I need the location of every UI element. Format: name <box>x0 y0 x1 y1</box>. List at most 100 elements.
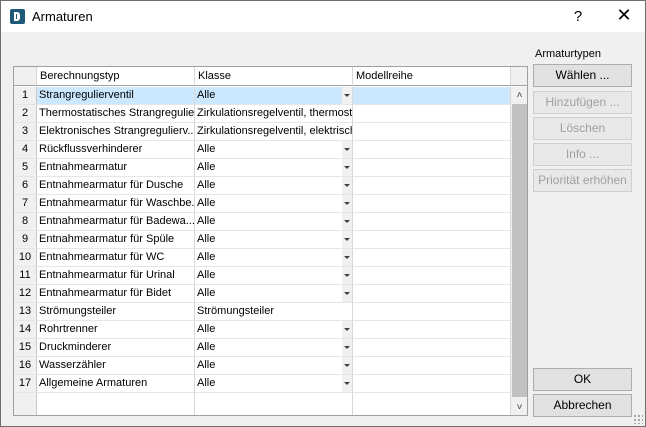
cell-modellreihe[interactable] <box>353 105 511 123</box>
column-header-modellreihe[interactable]: Modellreihe <box>353 67 511 86</box>
cell-modellreihe[interactable] <box>353 303 511 321</box>
cell-modellreihe[interactable] <box>353 267 511 285</box>
dropdown-arrow-icon[interactable] <box>342 357 352 374</box>
cell-klasse[interactable]: Alle <box>195 231 353 249</box>
cell-klasse[interactable]: Alle <box>195 177 353 195</box>
cell-modellreihe[interactable] <box>353 141 511 159</box>
column-header-klasse[interactable]: Klasse <box>195 67 353 86</box>
cell-berechnungstyp[interactable]: Entnahmearmatur für Spüle <box>37 231 195 249</box>
row-number[interactable]: 13 <box>14 303 37 321</box>
row-number[interactable]: 3 <box>14 123 37 141</box>
info-button[interactable]: Info ... <box>533 143 632 166</box>
dropdown-arrow-icon[interactable] <box>342 159 352 176</box>
cell-berechnungstyp[interactable]: Entnahmearmatur für Urinal <box>37 267 195 285</box>
row-number[interactable]: 4 <box>14 141 37 159</box>
resize-grip-icon[interactable] <box>633 414 643 424</box>
cell-modellreihe[interactable] <box>353 285 511 303</box>
cell-berechnungstyp[interactable]: Rückflussverhinderer <box>37 141 195 159</box>
waehlen-button[interactable]: Wählen ... <box>533 64 632 87</box>
cell-berechnungstyp[interactable]: Strömungsteiler <box>37 303 195 321</box>
row-number[interactable]: 10 <box>14 249 37 267</box>
cell-berechnungstyp[interactable]: Rohrtrenner <box>37 321 195 339</box>
cell-klasse[interactable]: Alle <box>195 375 353 393</box>
row-number[interactable]: 15 <box>14 339 37 357</box>
cell-modellreihe[interactable] <box>353 249 511 267</box>
row-number[interactable]: 14 <box>14 321 37 339</box>
scroll-up-arrow-icon[interactable]: ˄ <box>511 87 527 104</box>
abbrechen-button[interactable]: Abbrechen <box>533 394 632 417</box>
cell-modellreihe[interactable] <box>353 195 511 213</box>
dropdown-arrow-icon[interactable] <box>342 375 352 392</box>
cell-berechnungstyp[interactable]: Druckminderer <box>37 339 195 357</box>
cell-modellreihe[interactable] <box>353 159 511 177</box>
cell-klasse[interactable]: Alle <box>195 339 353 357</box>
table-row[interactable]: 6 Entnahmearmatur für Dusche Alle <box>14 177 511 195</box>
table-row[interactable]: 13 Strömungsteiler Strömungsteiler <box>14 303 511 321</box>
table-row[interactable]: 1 Strangregulierventil Alle <box>14 87 511 105</box>
table-row[interactable]: 7 Entnahmearmatur für Waschbe... Alle <box>14 195 511 213</box>
row-number[interactable]: 8 <box>14 213 37 231</box>
cell-klasse[interactable]: Alle <box>195 87 353 105</box>
cell-klasse[interactable]: Alle <box>195 195 353 213</box>
row-number[interactable]: 7 <box>14 195 37 213</box>
cell-berechnungstyp[interactable]: Strangregulierventil <box>37 87 195 105</box>
cell-berechnungstyp[interactable]: Entnahmearmatur für Waschbe... <box>37 195 195 213</box>
row-number[interactable]: 2 <box>14 105 37 123</box>
scroll-down-arrow-icon[interactable]: ˅ <box>511 399 527 415</box>
dropdown-arrow-icon[interactable] <box>342 249 352 266</box>
dropdown-arrow-icon[interactable] <box>342 195 352 212</box>
table-row[interactable]: 8 Entnahmearmatur für Badewa... Alle <box>14 213 511 231</box>
cell-berechnungstyp[interactable]: Wasserzähler <box>37 357 195 375</box>
close-button[interactable]: ✕ <box>606 1 642 32</box>
row-number[interactable]: 9 <box>14 231 37 249</box>
table-row[interactable]: 4 Rückflussverhinderer Alle <box>14 141 511 159</box>
cell-klasse[interactable]: Alle <box>195 141 353 159</box>
row-number[interactable]: 11 <box>14 267 37 285</box>
cell-berechnungstyp[interactable]: Entnahmearmatur für Badewa... <box>37 213 195 231</box>
vertical-scrollbar[interactable]: ˄ ˅ <box>511 87 527 415</box>
cell-klasse[interactable]: Alle <box>195 249 353 267</box>
cell-berechnungstyp[interactable]: Entnahmearmatur für Bidet <box>37 285 195 303</box>
row-number[interactable]: 5 <box>14 159 37 177</box>
cell-klasse[interactable]: Zirkulationsregelventil, elektrisch <box>195 123 353 141</box>
table-row[interactable]: 17 Allgemeine Armaturen Alle <box>14 375 511 393</box>
dropdown-arrow-icon[interactable] <box>342 141 352 158</box>
cell-berechnungstyp[interactable]: Entnahmearmatur <box>37 159 195 177</box>
cell-modellreihe[interactable] <box>353 357 511 375</box>
cell-modellreihe[interactable] <box>353 177 511 195</box>
hinzufuegen-button[interactable]: Hinzufügen ... <box>533 91 632 114</box>
table-row[interactable]: 5 Entnahmearmatur Alle <box>14 159 511 177</box>
cell-modellreihe[interactable] <box>353 213 511 231</box>
cell-klasse[interactable]: Alle <box>195 213 353 231</box>
cell-modellreihe[interactable] <box>353 375 511 393</box>
row-number[interactable]: 6 <box>14 177 37 195</box>
dropdown-arrow-icon[interactable] <box>342 213 352 230</box>
cell-berechnungstyp[interactable]: Entnahmearmatur für Dusche <box>37 177 195 195</box>
cell-modellreihe[interactable] <box>353 231 511 249</box>
cell-klasse[interactable]: Alle <box>195 357 353 375</box>
dropdown-arrow-icon[interactable] <box>342 87 352 104</box>
table-row[interactable]: 2 Thermostatisches Strangregulie... Zirkul… <box>14 105 511 123</box>
row-number[interactable]: 12 <box>14 285 37 303</box>
cell-modellreihe[interactable] <box>353 123 511 141</box>
cell-klasse[interactable]: Alle <box>195 267 353 285</box>
table-row[interactable]: 11 Entnahmearmatur für Urinal Alle <box>14 267 511 285</box>
table-row[interactable]: 16 Wasserzähler Alle <box>14 357 511 375</box>
cell-berechnungstyp[interactable]: Elektronisches Strangregulierv... <box>37 123 195 141</box>
dropdown-arrow-icon[interactable] <box>342 339 352 356</box>
table-row[interactable]: 15 Druckminderer Alle <box>14 339 511 357</box>
column-header-berechnungstyp[interactable]: Berechnungstyp <box>37 67 195 86</box>
cell-klasse[interactable]: Alle <box>195 321 353 339</box>
dropdown-arrow-icon[interactable] <box>342 285 352 302</box>
cell-modellreihe[interactable] <box>353 321 511 339</box>
cell-berechnungstyp[interactable]: Thermostatisches Strangregulie... <box>37 105 195 123</box>
scrollbar-thumb[interactable] <box>512 104 527 397</box>
row-number[interactable]: 17 <box>14 375 37 393</box>
cell-modellreihe[interactable] <box>353 339 511 357</box>
table-row[interactable]: 9 Entnahmearmatur für Spüle Alle <box>14 231 511 249</box>
row-number[interactable]: 1 <box>14 87 37 105</box>
cell-klasse[interactable]: Alle <box>195 159 353 177</box>
table-row[interactable]: 10 Entnahmearmatur für WC Alle <box>14 249 511 267</box>
cell-berechnungstyp[interactable]: Entnahmearmatur für WC <box>37 249 195 267</box>
ok-button[interactable]: OK <box>533 368 632 391</box>
